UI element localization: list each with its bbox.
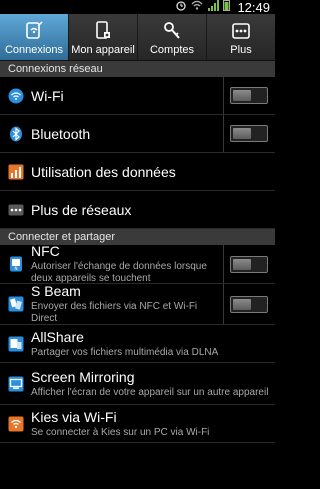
row-title: Bluetooth: [31, 125, 91, 142]
bluetooth-icon: [8, 126, 24, 142]
row-wifi[interactable]: Wi-Fi: [0, 77, 275, 115]
status-bar: 12:49: [0, 0, 275, 15]
status-clock: 12:49: [237, 0, 270, 15]
wifi-icon: [8, 88, 24, 104]
row-title: Wi-Fi: [31, 87, 64, 104]
s-beam-toggle[interactable]: [230, 295, 268, 313]
section-header-network: Connexions réseau: [0, 61, 275, 77]
toggle-container: [223, 115, 268, 152]
svg-text:N: N: [15, 266, 18, 271]
row-s-beam[interactable]: S Beam Envoyer des fichiers via NFC et W…: [0, 283, 275, 325]
tab-mon-appareil[interactable]: Mon appareil: [69, 14, 138, 60]
row-title: Utilisation des données: [31, 163, 176, 180]
tab-label: Comptes: [149, 44, 195, 56]
key-icon: [163, 21, 181, 41]
more-networks-icon: [8, 202, 24, 218]
row-title: AllShare: [31, 328, 84, 345]
data-usage-icon: [8, 164, 24, 180]
row-subtitle: Se connecter à Kies sur un PC via Wi-Fi: [31, 426, 210, 438]
row-title: Kies via Wi-Fi: [31, 408, 117, 425]
wifi-toggle[interactable]: [230, 87, 268, 104]
row-nfc[interactable]: N NFC Autoriser l'échange de données lor…: [0, 243, 275, 284]
more-icon: [231, 21, 251, 41]
row-screen-mirroring[interactable]: Screen Mirroring Afficher l'écran de vot…: [0, 363, 275, 405]
bluetooth-toggle[interactable]: [230, 125, 268, 142]
toggle-knob: [233, 258, 251, 270]
kies-icon: [8, 416, 24, 432]
row-title: NFC: [31, 243, 60, 259]
toggle-container: [223, 77, 268, 114]
tab-label: Mon appareil: [71, 44, 135, 56]
s-beam-icon: [8, 296, 24, 312]
nfc-icon: N: [8, 256, 24, 272]
toggle-knob: [233, 90, 251, 101]
row-title: S Beam: [31, 283, 81, 299]
connections-icon: [25, 21, 43, 41]
allshare-icon: [8, 336, 24, 352]
row-allshare[interactable]: AllShare Partager vos fichiers multimédi…: [0, 325, 275, 363]
screen-mirroring-icon: [8, 376, 24, 392]
toggle-container: [223, 284, 268, 324]
device-icon: [94, 21, 112, 41]
settings-screen: 12:49 Connexions Mon appareil Comptes Pl…: [0, 0, 275, 489]
toggle-container: [223, 245, 268, 283]
row-data-usage[interactable]: Utilisation des données: [0, 153, 275, 191]
row-title: Screen Mirroring: [31, 368, 135, 385]
toggle-knob: [233, 298, 251, 310]
row-bluetooth[interactable]: Bluetooth: [0, 115, 275, 153]
row-more-networks[interactable]: Plus de réseaux: [0, 191, 275, 229]
tab-plus[interactable]: Plus: [207, 14, 275, 60]
row-subtitle: Afficher l'écran de votre appareil sur u…: [31, 386, 269, 398]
row-title: Plus de réseaux: [31, 201, 132, 218]
tab-connexions[interactable]: Connexions: [0, 14, 69, 60]
row-subtitle: Partager vos fichiers multimédia via DLN…: [31, 346, 219, 358]
row-kies-wifi[interactable]: Kies via Wi-Fi Se connecter à Kies sur u…: [0, 405, 275, 443]
tab-bar: Connexions Mon appareil Comptes Plus: [0, 14, 275, 61]
nfc-toggle[interactable]: [230, 255, 268, 273]
row-subtitle: Envoyer des fichiers via NFC et Wi-Fi Di…: [31, 301, 198, 324]
row-subtitle: Autoriser l'échange de données lorsque d…: [31, 261, 207, 284]
tab-comptes[interactable]: Comptes: [138, 14, 207, 60]
tab-label: Connexions: [4, 44, 64, 56]
toggle-knob: [233, 128, 251, 139]
tab-label: Plus: [230, 44, 252, 56]
